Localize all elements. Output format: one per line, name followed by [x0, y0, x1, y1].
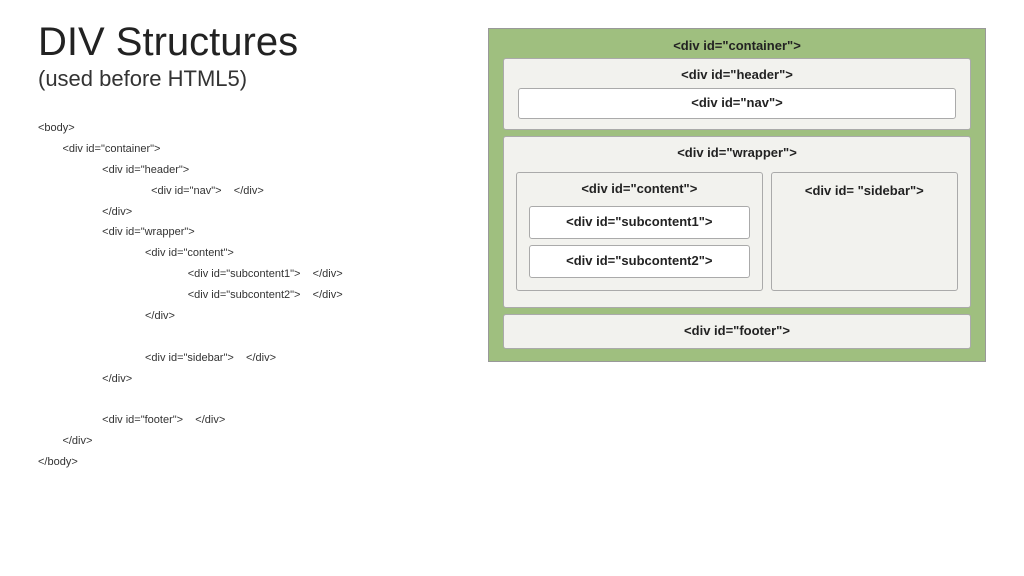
slide: DIV Structures (used before HTML5) <body…	[0, 0, 1024, 493]
wrapper-box: <div id="wrapper"> <div id="content"> <d…	[503, 136, 971, 308]
subcontent2-label: <div id="subcontent2">	[535, 251, 744, 272]
content-label: <div id="content">	[525, 179, 754, 200]
sidebar-box: <div id= "sidebar">	[771, 172, 958, 291]
sidebar-label: <div id= "sidebar">	[780, 179, 949, 203]
wrapper-row: <div id="content"> <div id="subcontent1"…	[512, 164, 962, 301]
nav-label: <div id="nav">	[523, 93, 951, 114]
left-column: DIV Structures (used before HTML5) <body…	[38, 20, 468, 473]
layout-diagram: <div id="container"> <div id="header"> <…	[488, 28, 986, 362]
content-box: <div id="content"> <div id="subcontent1"…	[516, 172, 763, 291]
header-label: <div id="header">	[512, 65, 962, 86]
code-block: <body> <div id="container"> <div id="hea…	[38, 118, 468, 473]
footer-label: <div id="footer">	[510, 321, 964, 342]
page-subtitle: (used before HTML5)	[38, 66, 468, 92]
subcontent1-box: <div id="subcontent1">	[529, 206, 750, 239]
page-title: DIV Structures	[38, 20, 468, 64]
subcontent2-box: <div id="subcontent2">	[529, 245, 750, 278]
footer-box: <div id="footer">	[503, 314, 971, 349]
header-box: <div id="header"> <div id="nav">	[503, 58, 971, 130]
wrapper-label: <div id="wrapper">	[512, 143, 962, 164]
nav-box: <div id="nav">	[518, 88, 956, 119]
right-column: <div id="container"> <div id="header"> <…	[488, 20, 986, 473]
container-label: <div id="container">	[499, 37, 975, 56]
subcontent1-label: <div id="subcontent1">	[535, 212, 744, 233]
